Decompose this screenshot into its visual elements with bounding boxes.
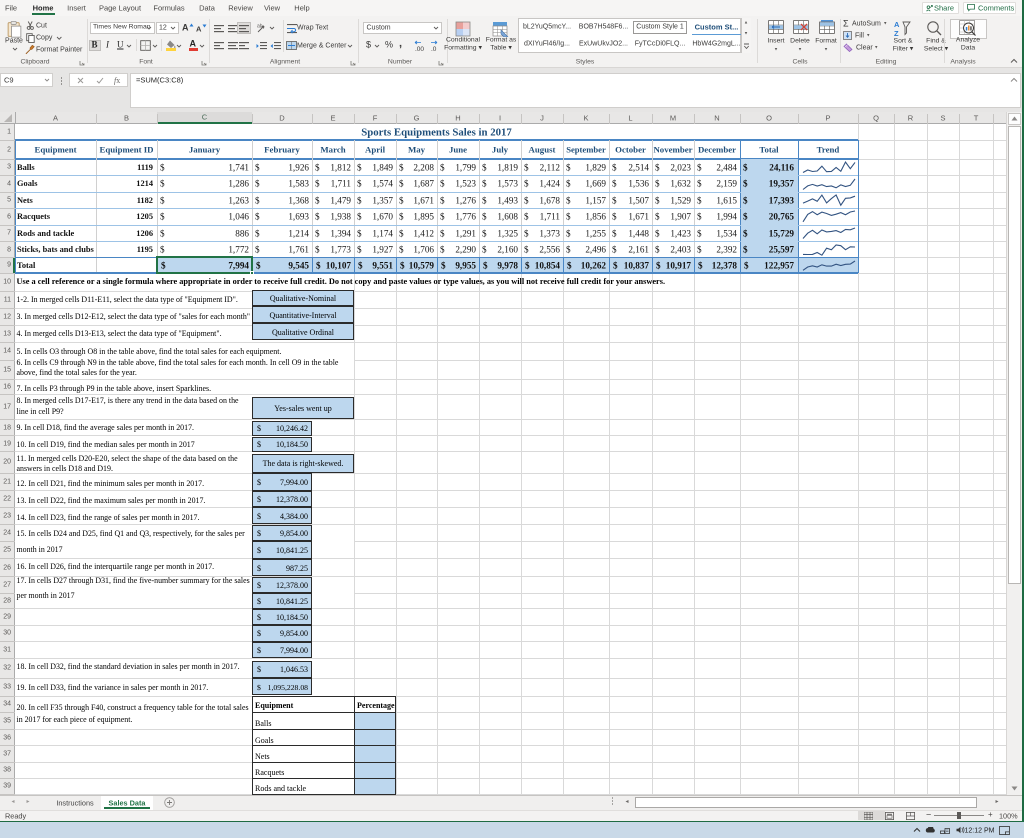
svg-text:ab: ab xyxy=(257,24,263,30)
svg-text:A: A xyxy=(894,20,900,29)
svg-text:.0: .0 xyxy=(431,46,437,52)
svg-text:Z: Z xyxy=(894,29,899,37)
svg-text:.00: .00 xyxy=(415,46,424,52)
